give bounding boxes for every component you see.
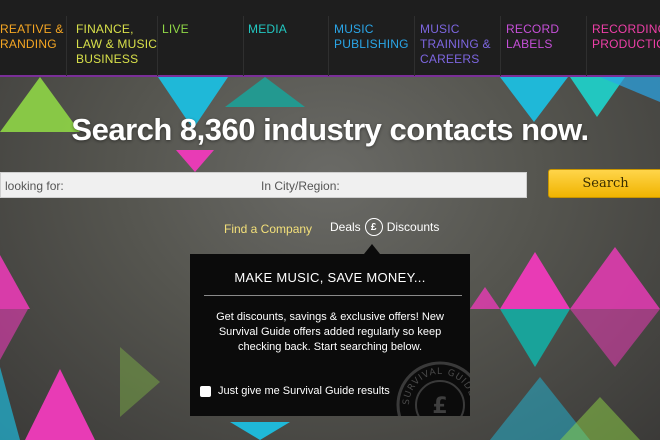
nav-item-live[interactable]: LIVE bbox=[162, 22, 189, 37]
nav-item-finance-law[interactable]: FINANCE, LAW & MUSIC BUSINESS bbox=[76, 22, 157, 67]
triangle-decoration bbox=[570, 309, 660, 367]
popup-divider bbox=[204, 295, 462, 296]
triangle-decoration bbox=[0, 309, 28, 360]
deals-label: Deals bbox=[330, 220, 361, 234]
nav-divider bbox=[243, 16, 244, 76]
deals-popup: MAKE MUSIC, SAVE MONEY... Get discounts,… bbox=[190, 254, 470, 416]
triangle-decoration bbox=[500, 309, 570, 367]
svg-text:£: £ bbox=[432, 394, 447, 416]
pound-coin-icon: £ bbox=[364, 218, 383, 236]
nav-divider bbox=[328, 16, 329, 76]
search-button[interactable]: Search bbox=[548, 169, 660, 198]
search-bar: looking for: In City/Region: bbox=[0, 172, 527, 198]
tab-deals-discounts[interactable]: Deals £ Discounts bbox=[330, 218, 439, 236]
triangle-decoration bbox=[0, 367, 20, 440]
nav-item-music-publishing[interactable]: MUSIC PUBLISHING bbox=[334, 22, 409, 52]
triangle-decoration bbox=[0, 255, 30, 309]
nav-item-recording-production[interactable]: RECORDING PRODUCTION bbox=[592, 22, 660, 52]
nav-divider bbox=[500, 16, 501, 76]
popup-title: MAKE MUSIC, SAVE MONEY... bbox=[234, 270, 426, 285]
nav-divider bbox=[586, 16, 587, 76]
page-headline: Search 8,360 industry contacts now. bbox=[71, 112, 589, 147]
city-region-input[interactable]: In City/Region: bbox=[261, 179, 340, 193]
top-navigation: REATIVE & RANDING FINANCE, LAW & MUSIC B… bbox=[0, 0, 660, 77]
triangle-decoration bbox=[500, 252, 570, 309]
nav-divider bbox=[414, 16, 415, 76]
triangle-decoration bbox=[25, 369, 95, 440]
triangle-decoration bbox=[225, 77, 305, 107]
nav-item-music-training[interactable]: MUSIC TRAINING & CAREERS bbox=[420, 22, 491, 67]
nav-item-creative-branding[interactable]: REATIVE & RANDING bbox=[0, 22, 64, 52]
tab-find-a-company[interactable]: Find a Company bbox=[224, 222, 312, 236]
nav-divider bbox=[157, 16, 158, 76]
popup-pointer bbox=[364, 244, 380, 254]
survival-guide-filter: Just give me Survival Guide results bbox=[200, 385, 390, 397]
triangle-decoration bbox=[120, 347, 160, 417]
nav-item-record-labels[interactable]: RECORD LABELS bbox=[506, 22, 559, 52]
checkbox-label: Just give me Survival Guide results bbox=[218, 385, 390, 397]
nav-item-media[interactable]: MEDIA bbox=[248, 22, 287, 37]
nav-divider bbox=[66, 16, 67, 76]
triangle-decoration bbox=[176, 150, 214, 172]
discounts-label: Discounts bbox=[386, 220, 440, 234]
triangle-decoration bbox=[230, 422, 290, 440]
looking-for-input[interactable]: looking for: bbox=[5, 179, 64, 193]
popup-description: Get discounts, savings & exclusive offer… bbox=[216, 311, 444, 353]
triangle-decoration bbox=[570, 247, 660, 309]
triangle-decoration bbox=[470, 287, 500, 309]
survival-guide-badge-icon: SURVIVAL GUIDE £ bbox=[396, 361, 470, 416]
survival-guide-checkbox[interactable] bbox=[200, 385, 211, 397]
